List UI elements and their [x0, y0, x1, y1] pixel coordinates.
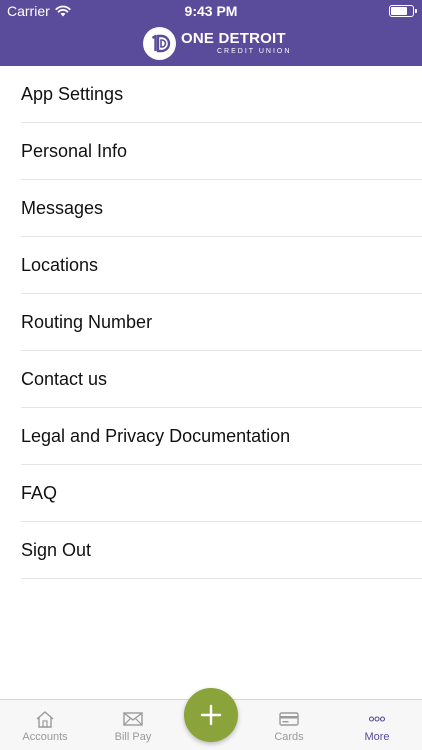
more-menu-list: App Settings Personal Info Messages Loca…	[0, 66, 422, 579]
status-bar: Carrier 9:43 PM	[0, 0, 422, 22]
menu-item-legal-privacy[interactable]: Legal and Privacy Documentation	[21, 408, 422, 465]
status-time: 9:43 PM	[184, 3, 238, 19]
quick-action-button[interactable]	[184, 688, 238, 742]
brand-subtitle: CREDIT UNION	[217, 48, 292, 55]
tab-cards[interactable]: Cards	[247, 700, 331, 750]
card-icon	[279, 712, 299, 726]
tab-accounts[interactable]: Accounts	[3, 700, 87, 750]
ellipsis-icon	[368, 716, 386, 722]
menu-item-sign-out[interactable]: Sign Out	[21, 522, 422, 579]
credit-union-logo-icon	[143, 26, 176, 60]
tab-bill-pay[interactable]: Bill Pay	[91, 700, 175, 750]
app-header: Carrier 9:43 PM ONE DETROIT CREDIT UNION	[0, 0, 422, 66]
tab-more[interactable]: More	[335, 700, 419, 750]
house-icon	[36, 711, 54, 728]
tab-more-label: More	[364, 731, 390, 743]
menu-item-faq[interactable]: FAQ	[21, 465, 422, 522]
menu-item-app-settings[interactable]: App Settings	[21, 66, 422, 123]
menu-item-messages[interactable]: Messages	[21, 180, 422, 237]
brand-name: ONE DETROIT	[181, 30, 286, 47]
menu-item-personal-info[interactable]: Personal Info	[21, 123, 422, 180]
battery-icon	[389, 5, 417, 17]
menu-item-contact-us[interactable]: Contact us	[21, 351, 422, 408]
menu-item-routing-number[interactable]: Routing Number	[21, 294, 422, 351]
brand-logo: ONE DETROIT CREDIT UNION	[143, 26, 291, 60]
tab-bill-pay-label: Bill Pay	[114, 731, 152, 743]
menu-item-locations[interactable]: Locations	[21, 237, 422, 294]
envelope-icon	[123, 712, 143, 726]
tab-accounts-label: Accounts	[22, 731, 68, 743]
plus-icon	[200, 704, 222, 726]
tab-cards-label: Cards	[274, 731, 304, 743]
